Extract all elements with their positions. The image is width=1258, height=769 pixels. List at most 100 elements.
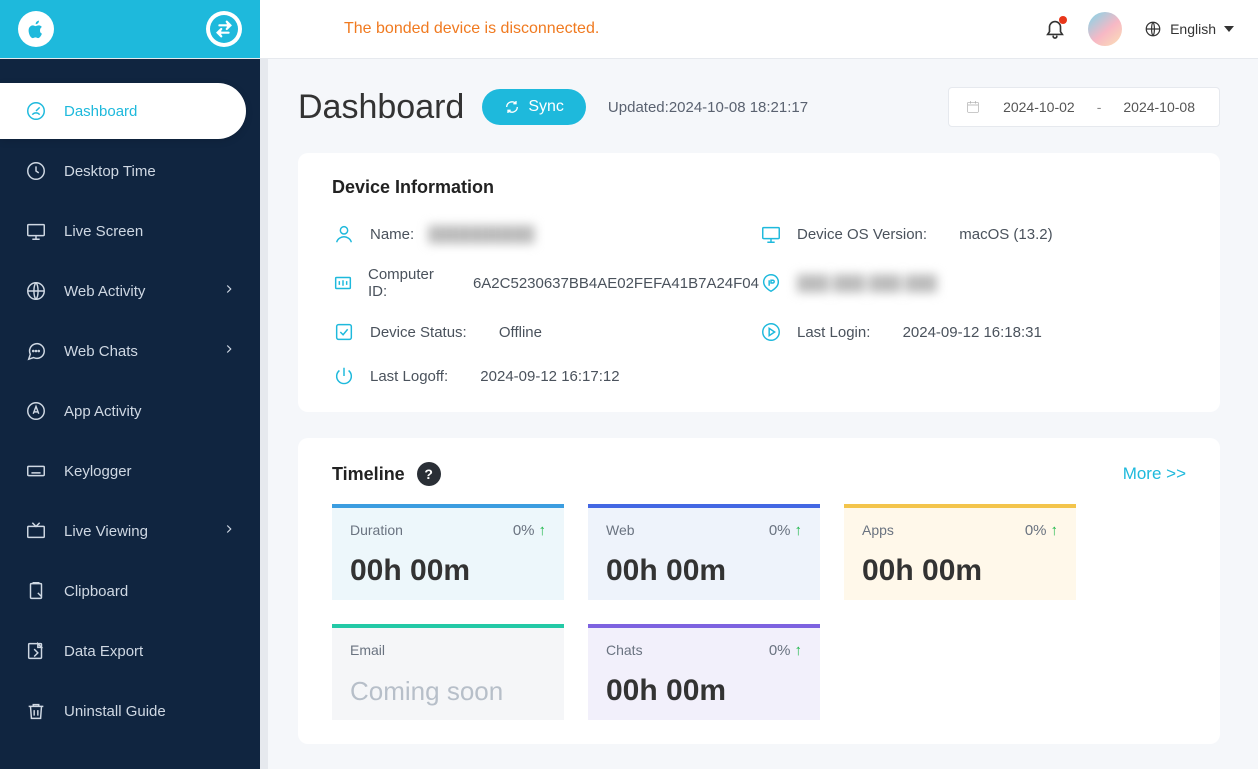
sidebar-item-keylogger[interactable]: Keylogger (0, 443, 260, 499)
sidebar-item-label: Dashboard (64, 103, 137, 120)
clock-icon (24, 159, 48, 183)
device-status-label: Device Status: (370, 324, 467, 341)
chevron-right-icon (222, 342, 236, 360)
sidebar-item-live-screen[interactable]: Live Screen (0, 203, 260, 259)
sidebar-item-desktop-time[interactable]: Desktop Time (0, 143, 260, 199)
sidebar-item-web-activity[interactable]: Web Activity (0, 263, 260, 319)
date-end: 2024-10-08 (1123, 99, 1195, 115)
export-icon (24, 639, 48, 663)
tile-duration[interactable]: Duration 0%↑ 00h 00m (332, 504, 564, 600)
sidebar-item-data-export[interactable]: Data Export (0, 623, 260, 679)
device-os-label: Device OS Version: (797, 226, 927, 243)
tile-apps[interactable]: Apps 0%↑ 00h 00m (844, 504, 1076, 600)
device-os-row: Device OS Version: macOS (13.2) (759, 222, 1186, 246)
device-info-title: Device Information (332, 177, 1186, 198)
device-status-value: Offline (499, 324, 542, 341)
help-icon[interactable]: ? (417, 462, 441, 486)
page-header: Dashboard Sync Updated:2024-10-08 18:21:… (298, 87, 1220, 127)
tile-pct: 0% (1025, 522, 1047, 539)
page-title: Dashboard (298, 88, 464, 127)
sidebar-item-dashboard[interactable]: Dashboard (0, 83, 246, 139)
timeline-title: Timeline (332, 464, 405, 485)
sidebar-item-live-viewing[interactable]: Live Viewing (0, 503, 260, 559)
avatar[interactable] (1088, 12, 1122, 46)
sync-button-label: Sync (528, 98, 564, 116)
sidebar-item-clipboard[interactable]: Clipboard (0, 563, 260, 619)
sidebar-item-label: Uninstall Guide (64, 703, 166, 720)
arrow-up-icon: ↑ (795, 642, 803, 659)
ip-row: ███.███.███.███ (759, 266, 1186, 300)
language-selector[interactable]: English (1144, 20, 1234, 38)
tile-pct: 0% (513, 522, 535, 539)
arrow-up-icon: ↑ (539, 522, 547, 539)
sidebar: Dashboard Desktop Time Live Screen Web A… (0, 59, 260, 769)
top-right: English (1044, 12, 1258, 46)
content: Dashboard Sync Updated:2024-10-08 18:21:… (260, 59, 1258, 769)
scrollbar[interactable] (260, 59, 268, 769)
user-icon (332, 222, 356, 246)
globe-icon (24, 279, 48, 303)
ip-icon (759, 271, 783, 295)
sidebar-item-label: Web Chats (64, 343, 138, 360)
tile-value: 00h 00m (350, 554, 546, 588)
keyboard-icon (24, 459, 48, 483)
apple-logo-icon (18, 11, 54, 47)
tile-value: 00h 00m (862, 554, 1058, 588)
chevron-down-icon (1224, 26, 1234, 32)
alert-message: The bonded device is disconnected. (260, 20, 1044, 38)
last-login-label: Last Login: (797, 324, 870, 341)
play-icon (759, 320, 783, 344)
notification-dot-icon (1059, 16, 1067, 24)
date-separator: - (1097, 99, 1102, 115)
power-icon (332, 364, 356, 388)
more-link[interactable]: More >> (1123, 464, 1186, 484)
device-name-value: ██████████ (428, 226, 534, 243)
sidebar-item-app-activity[interactable]: App Activity (0, 383, 260, 439)
gauge-icon (24, 99, 48, 123)
computer-id-label: Computer ID: (368, 266, 441, 300)
sidebar-item-label: Live Viewing (64, 523, 148, 540)
device-name-label: Name: (370, 226, 414, 243)
computer-id-row: Computer ID: 6A2C5230637BB4AE02FEFA41B7A… (332, 266, 759, 300)
check-icon (332, 320, 356, 344)
language-label: English (1170, 21, 1216, 37)
sidebar-item-label: Clipboard (64, 583, 128, 600)
last-login-value: 2024-09-12 16:18:31 (903, 324, 1042, 341)
date-range-picker[interactable]: 2024-10-02 - 2024-10-08 (948, 87, 1220, 127)
sidebar-item-label: Desktop Time (64, 163, 156, 180)
sidebar-item-label: Live Screen (64, 223, 143, 240)
tile-email[interactable]: Email Coming soon (332, 624, 564, 720)
chevron-right-icon (222, 282, 236, 300)
id-icon (332, 271, 354, 295)
updated-value: 2024-10-08 18:21:17 (669, 99, 808, 116)
chevron-right-icon (222, 522, 236, 540)
monitor-icon (759, 222, 783, 246)
device-os-value: macOS (13.2) (959, 226, 1052, 243)
computer-id-value: 6A2C5230637BB4AE02FEFA41B7A24F04 (473, 275, 759, 292)
tile-chats[interactable]: Chats 0%↑ 00h 00m (588, 624, 820, 720)
topbar: The bonded device is disconnected. Engli… (0, 0, 1258, 59)
sidebar-item-web-chats[interactable]: Web Chats (0, 323, 260, 379)
chat-icon (24, 339, 48, 363)
tile-value: 00h 00m (606, 674, 802, 708)
sync-button[interactable]: Sync (482, 89, 586, 125)
timeline-card: Timeline ? More >> Duration 0%↑ 00h 00m … (298, 438, 1220, 744)
sidebar-item-label: Keylogger (64, 463, 132, 480)
sidebar-item-uninstall-guide[interactable]: Uninstall Guide (0, 683, 260, 739)
clipboard-icon (24, 579, 48, 603)
sync-icon (504, 99, 520, 115)
monitor-icon (24, 219, 48, 243)
device-status-row: Device Status: Offline (332, 320, 759, 344)
tile-label: Email (350, 642, 546, 658)
brand-strip (0, 0, 260, 58)
notifications-button[interactable] (1044, 17, 1066, 42)
sidebar-item-label: Data Export (64, 643, 143, 660)
last-logoff-value: 2024-09-12 16:17:12 (480, 368, 619, 385)
device-info-card: Device Information Name: ██████████ Devi… (298, 153, 1220, 412)
app-icon (24, 399, 48, 423)
updated-prefix: Updated: (608, 99, 669, 116)
sidebar-item-label: Web Activity (64, 283, 145, 300)
tile-web[interactable]: Web 0%↑ 00h 00m (588, 504, 820, 600)
switch-device-button[interactable] (206, 11, 242, 47)
last-logoff-row: Last Logoff: 2024-09-12 16:17:12 (332, 364, 759, 388)
